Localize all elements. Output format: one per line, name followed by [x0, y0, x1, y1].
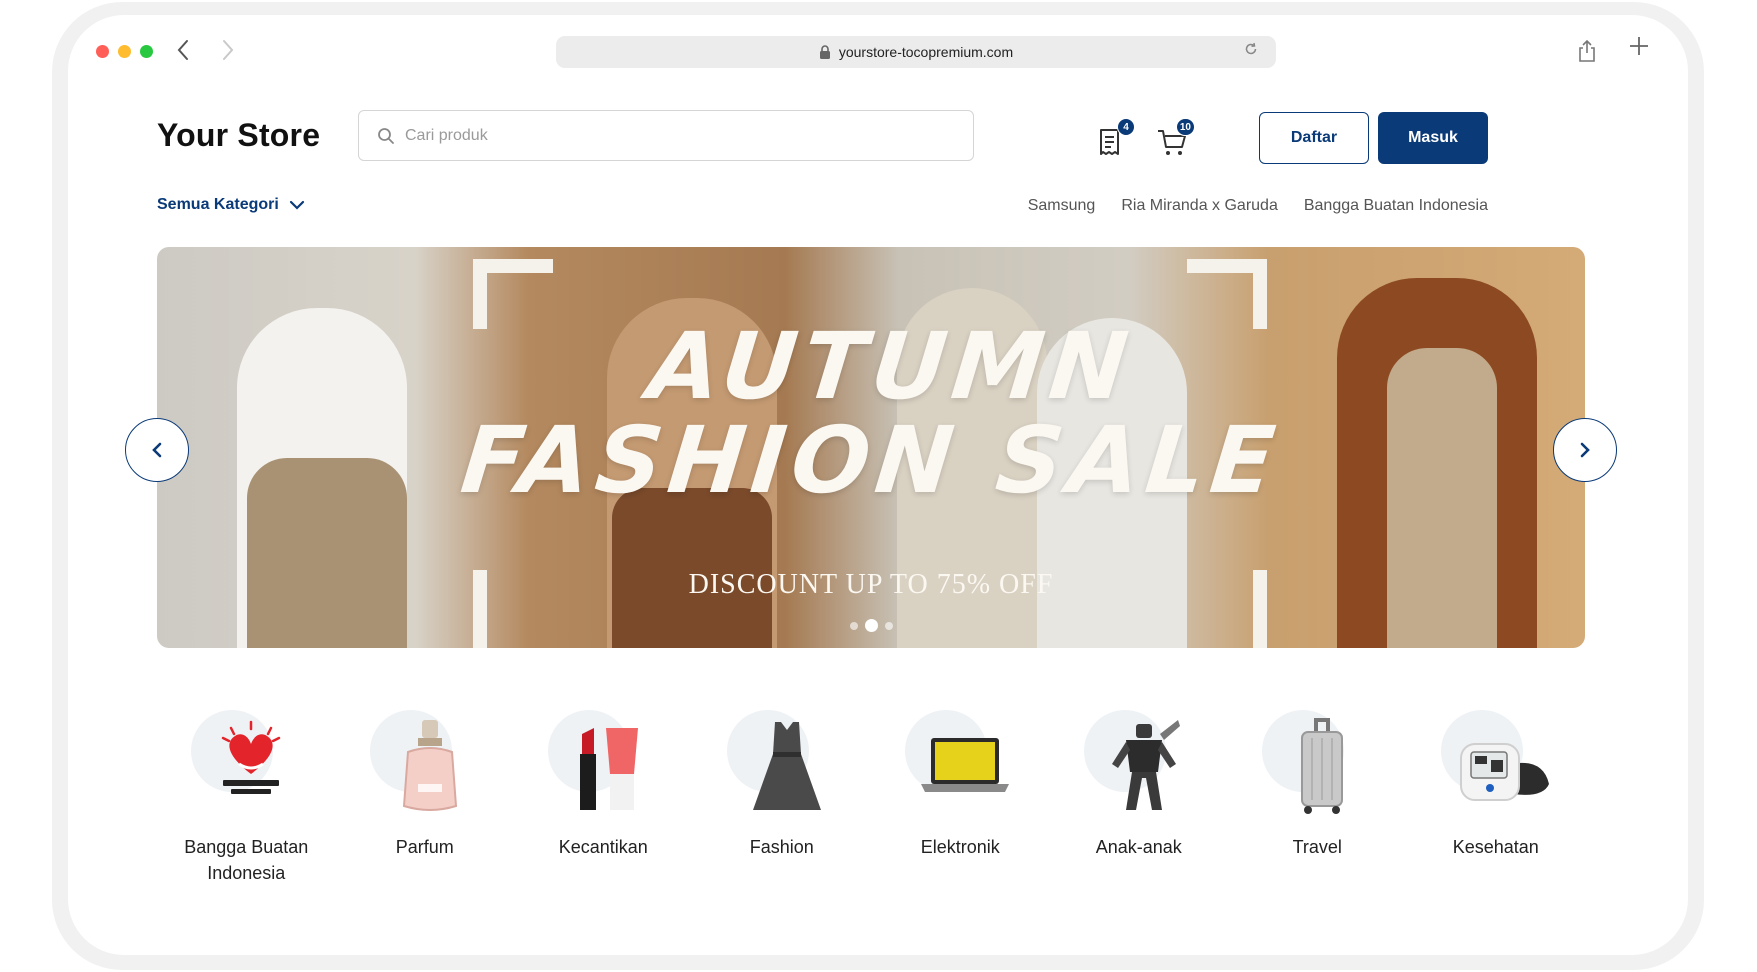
- bangga-buatan-indonesia-logo-icon: [222, 720, 281, 794]
- lock-icon: [819, 45, 830, 59]
- browser-screen: yourstore-tocopremium.com Your Store 4: [68, 15, 1688, 955]
- category-dropdown[interactable]: Semua Kategori: [157, 196, 305, 214]
- new-tab-plus-icon[interactable]: [1628, 31, 1650, 65]
- category-elektronik[interactable]: Elektronik: [871, 710, 1050, 886]
- banner-discount-text: DISCOUNT UP TO 75% OFF: [688, 569, 1054, 600]
- category-label: Parfum: [395, 837, 454, 857]
- category-image-wrapper: [726, 710, 837, 820]
- store-logo[interactable]: Your Store: [157, 117, 320, 154]
- browser-toolbar: yourstore-tocopremium.com: [68, 15, 1688, 95]
- url-text: yourstore-tocopremium.com: [838, 44, 1014, 60]
- register-button[interactable]: Daftar: [1259, 112, 1369, 164]
- category-image-wrapper: [905, 710, 1015, 820]
- hero-banner[interactable]: AUTUMN FASHION SALE DISCOUNT UP TO 75% O…: [157, 247, 1585, 648]
- banner-title-line2: FASHION SALE: [456, 407, 1286, 514]
- login-button[interactable]: Masuk: [1378, 112, 1488, 164]
- category-image-wrapper: [548, 710, 658, 820]
- quick-link-ria-miranda[interactable]: Ria Miranda x Garuda: [1121, 197, 1278, 215]
- banner-prev-button[interactable]: [125, 418, 189, 482]
- chevron-right-icon: [1580, 442, 1590, 458]
- suitcase-icon: [1301, 718, 1344, 814]
- banner-title-line1: AUTUMN: [643, 313, 1139, 420]
- blood-pressure-monitor-icon: [1459, 743, 1549, 801]
- category-image-wrapper: [1262, 710, 1372, 820]
- category-travel[interactable]: Travel: [1228, 710, 1407, 886]
- category-label: Bangga Buatan Indonesia: [184, 837, 309, 883]
- cart-button[interactable]: 10: [1156, 118, 1195, 160]
- laptop-icon: [921, 738, 1010, 792]
- category-image-wrapper: [191, 710, 301, 820]
- category-image-wrapper: [1440, 710, 1551, 820]
- category-image-wrapper: [369, 710, 480, 820]
- category-list: Bangga Buatan Indonesia Parfum Kecantika…: [157, 710, 1585, 886]
- category-label: Kesehatan: [1452, 837, 1539, 857]
- cart-badge: 10: [1175, 118, 1195, 136]
- search-input[interactable]: [405, 126, 925, 145]
- dress-icon: [752, 722, 821, 810]
- forward-arrow-icon[interactable]: [213, 37, 243, 67]
- perfume-bottle-icon: [402, 720, 457, 811]
- category-anak-anak[interactable]: Anak-anak: [1050, 710, 1229, 886]
- lipstick-icon: [580, 728, 639, 810]
- banner-pagination: [157, 619, 1585, 632]
- banner-next-button[interactable]: [1553, 418, 1617, 482]
- quick-link-bangga-buatan-indonesia[interactable]: Bangga Buatan Indonesia: [1304, 197, 1488, 215]
- quick-links: Samsung Ria Miranda x Garuda Bangga Buat…: [1028, 197, 1488, 215]
- banner-dot-3[interactable]: [884, 621, 893, 630]
- category-label: Fashion: [749, 837, 814, 857]
- category-label: Travel: [1292, 837, 1342, 857]
- banner-dot-2[interactable]: [864, 619, 878, 632]
- window-controls: [96, 45, 153, 58]
- banner-dot-1[interactable]: [849, 621, 858, 630]
- robot-toy-icon: [1111, 720, 1180, 810]
- category-dropdown-label: Semua Kategori: [157, 196, 279, 213]
- search-bar[interactable]: [358, 110, 974, 161]
- back-arrow-icon[interactable]: [168, 37, 198, 67]
- minimize-window-dot[interactable]: [118, 45, 131, 58]
- category-image-wrapper: [1083, 710, 1194, 820]
- share-icon[interactable]: [1576, 39, 1598, 63]
- transaction-list-button[interactable]: 4: [1096, 118, 1135, 160]
- chevron-down-icon: [289, 200, 304, 210]
- search-icon: [378, 127, 394, 144]
- category-bangga-buatan-indonesia[interactable]: Bangga Buatan Indonesia: [157, 710, 336, 886]
- maximize-window-dot[interactable]: [140, 45, 153, 58]
- category-kecantikan[interactable]: Kecantikan: [514, 710, 693, 886]
- address-bar[interactable]: yourstore-tocopremium.com: [556, 36, 1276, 68]
- category-parfum[interactable]: Parfum: [336, 710, 515, 886]
- quick-link-samsung[interactable]: Samsung: [1028, 197, 1096, 215]
- category-fashion[interactable]: Fashion: [693, 710, 872, 886]
- tablet-frame: yourstore-tocopremium.com Your Store 4: [52, 2, 1704, 970]
- chevron-left-icon: [152, 442, 162, 458]
- category-kesehatan[interactable]: Kesehatan: [1407, 710, 1586, 886]
- category-label: Kecantikan: [558, 837, 648, 857]
- category-label: Elektronik: [920, 837, 1000, 857]
- transactions-badge: 4: [1117, 118, 1135, 136]
- reload-icon[interactable]: [1244, 42, 1258, 61]
- category-label: Anak-anak: [1095, 837, 1182, 857]
- close-window-dot[interactable]: [96, 45, 109, 58]
